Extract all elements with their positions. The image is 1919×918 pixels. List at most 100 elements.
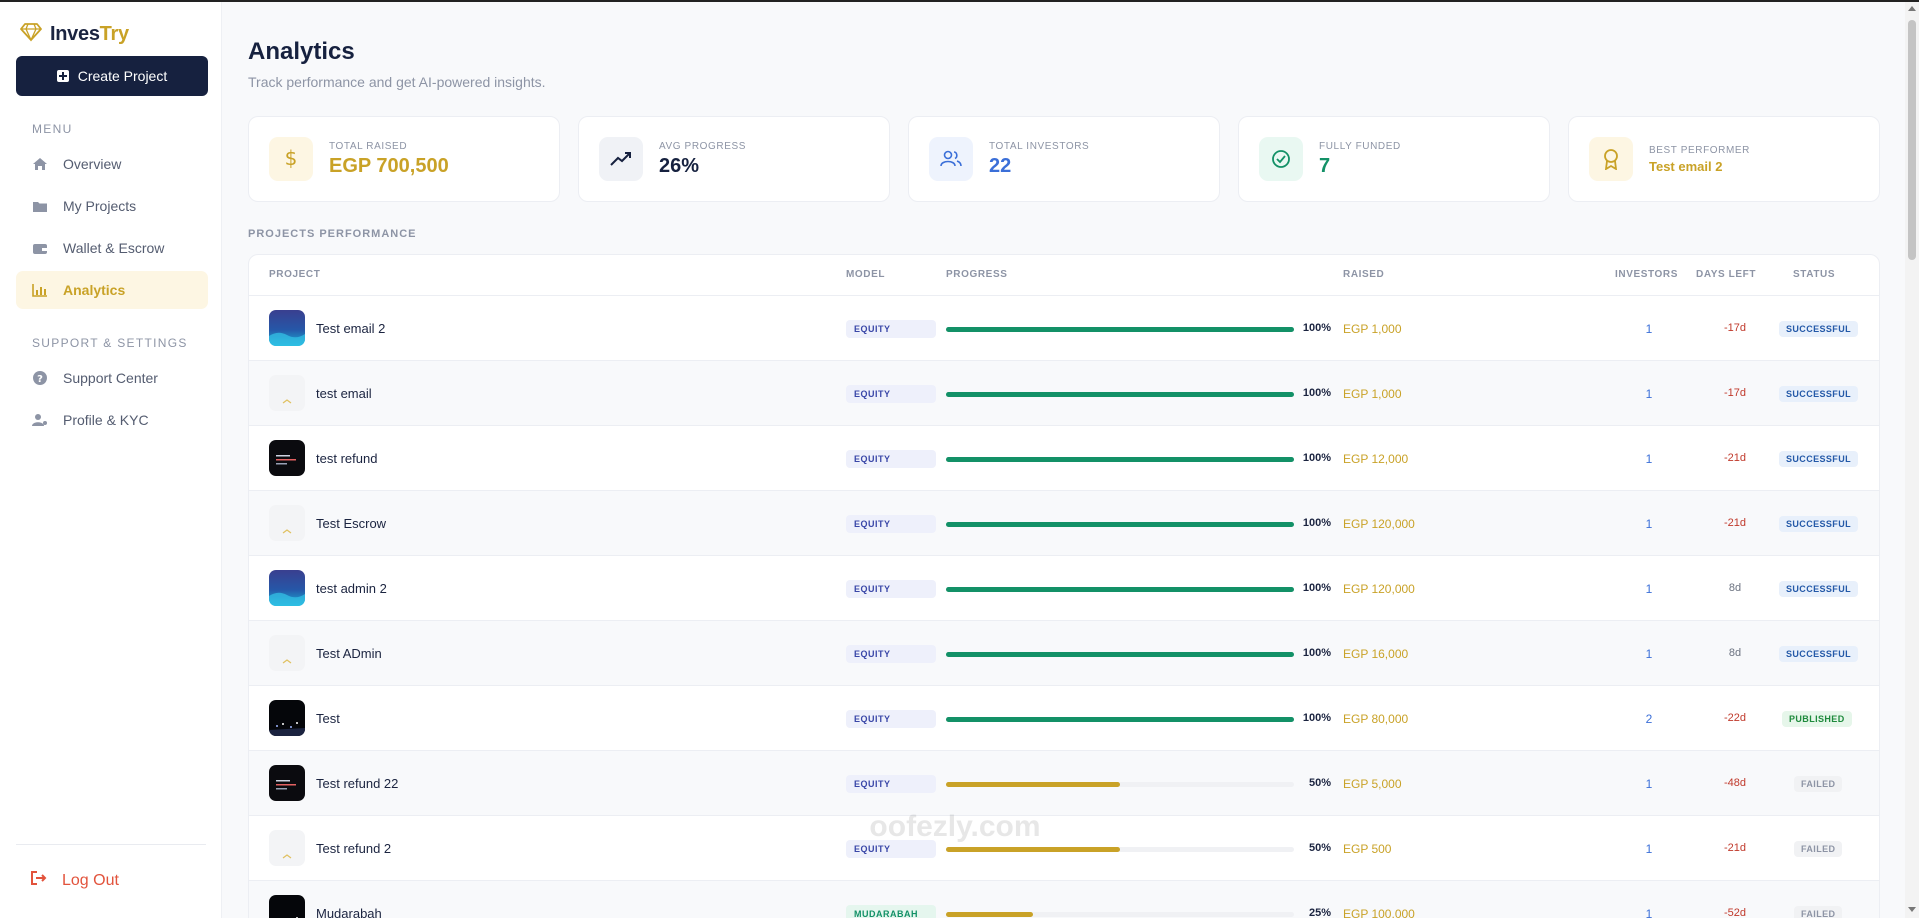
project-name[interactable]: test email: [316, 386, 372, 401]
sidebar-item-support-center[interactable]: ? Support Center: [16, 359, 208, 397]
progress-bar-fill: [946, 587, 1294, 592]
stat-value: 7: [1319, 154, 1331, 177]
app-name: InvesTry: [50, 23, 129, 46]
sidebar-item-label: Support Center: [63, 370, 158, 386]
table-row[interactable]: test admin 2 EQUITY 100% EGP 120,000 1 8d SUCC…: [249, 556, 1879, 621]
project-thumbnail: [269, 765, 305, 801]
table-row[interactable]: Test refund 2 EQUITY 50% EGP 500 1 -21d FAILED: [249, 816, 1879, 881]
days-left: -17d: [1723, 387, 1747, 399]
table-row[interactable]: Test EQUITY 100% EGP 80,000 2 -22d PUBLISHED: [249, 686, 1879, 751]
progress-bar: [946, 912, 1294, 917]
project-name[interactable]: Test email 2: [316, 321, 385, 336]
investors-count: 1: [1645, 322, 1653, 336]
check-circle-icon: [1259, 137, 1303, 181]
logout-label: Log Out: [62, 871, 119, 889]
raised-amount: EGP 100,000: [1343, 907, 1415, 918]
stat-value: Test email 2: [1649, 158, 1723, 174]
project-thumbnail: [269, 505, 305, 541]
project-name[interactable]: Test ADmin: [316, 646, 382, 661]
project-name[interactable]: test admin 2: [316, 581, 387, 596]
status-badge: SUCCESSFUL: [1779, 516, 1859, 532]
project-thumbnail: [269, 895, 305, 918]
days-left: -52d: [1723, 907, 1747, 918]
table-row[interactable]: Mudarabah MUDARABAH 25% EGP 100,000 1 -52d FAI…: [249, 881, 1879, 918]
create-project-label: Create Project: [77, 68, 168, 84]
scroll-down-icon[interactable]: [1908, 907, 1916, 912]
sidebar-item-analytics[interactable]: Analytics: [16, 271, 208, 309]
column-header-raised: RAISED: [1343, 269, 1385, 280]
create-project-button[interactable]: Create Project: [16, 56, 208, 96]
wallet-icon: [31, 240, 49, 256]
investors-count: 1: [1645, 777, 1653, 791]
status-badge: SUCCESSFUL: [1779, 321, 1859, 337]
page-scrollbar[interactable]: [1905, 2, 1919, 918]
status-badge: PUBLISHED: [1782, 711, 1852, 727]
sidebar-item-wallet-escrow[interactable]: Wallet & Escrow: [16, 229, 208, 267]
table-row[interactable]: test refund EQUITY 100% EGP 12,000 1 -21d SUCC…: [249, 426, 1879, 491]
model-badge: EQUITY: [846, 775, 936, 793]
progress-percent: 50%: [1308, 777, 1331, 789]
progress-bar-fill: [946, 327, 1294, 332]
app-name-part2: Try: [99, 23, 129, 45]
investors-count: 1: [1645, 907, 1653, 918]
table-row[interactable]: Test Escrow EQUITY 100% EGP 120,000 1 -21d SUC…: [249, 491, 1879, 556]
logout-button[interactable]: Log Out: [30, 870, 119, 891]
raised-amount: EGP 12,000: [1343, 452, 1409, 466]
progress-bar-fill: [946, 522, 1294, 527]
days-left: -17d: [1723, 322, 1747, 334]
progress-bar: [946, 782, 1294, 787]
project-thumbnail: [269, 440, 305, 476]
project-name[interactable]: Test: [316, 711, 340, 726]
project-name[interactable]: Mudarabah: [316, 906, 382, 918]
trending-up-icon: [599, 137, 643, 181]
column-header-project: PROJECT: [269, 269, 321, 280]
project-name[interactable]: Test refund 22: [316, 776, 398, 791]
model-badge: EQUITY: [846, 515, 936, 533]
column-header-progress: PROGRESS: [946, 269, 1008, 280]
model-badge: EQUITY: [846, 840, 936, 858]
progress-percent: 100%: [1302, 517, 1331, 529]
table-row[interactable]: Test ADmin EQUITY 100% EGP 16,000 1 8d SUCCESS…: [249, 621, 1879, 686]
scrollbar-thumb[interactable]: [1908, 20, 1916, 260]
progress-bar: [946, 587, 1294, 592]
progress-bar-fill: [946, 717, 1294, 722]
section-title-projects-performance: PROJECTS PERFORMANCE: [248, 228, 417, 240]
column-header-investors: INVESTORS: [1615, 269, 1679, 280]
investors-count: 1: [1645, 452, 1653, 466]
table-row[interactable]: test email EQUITY 100% EGP 1,000 1 -17d SUCCES…: [249, 361, 1879, 426]
svg-text:$: $: [285, 148, 298, 170]
raised-amount: EGP 1,000: [1343, 322, 1402, 336]
sidebar-item-my-projects[interactable]: My Projects: [16, 187, 208, 225]
days-left: 8d: [1728, 582, 1742, 594]
sidebar-item-profile-kyc[interactable]: Profile & KYC: [16, 401, 208, 439]
dollar-icon: $: [269, 137, 313, 181]
app-logo[interactable]: InvesTry: [20, 22, 129, 47]
logout-icon: [30, 870, 48, 891]
raised-amount: EGP 500: [1343, 842, 1392, 856]
project-name[interactable]: Test refund 2: [316, 841, 391, 856]
stat-label: TOTAL RAISED: [329, 140, 408, 152]
model-badge: MUDARABAH: [846, 905, 936, 918]
progress-percent: 25%: [1308, 907, 1331, 918]
stat-label: TOTAL INVESTORS: [989, 140, 1090, 152]
table-row[interactable]: Test refund 22 EQUITY 50% EGP 5,000 1 -48d FAI…: [249, 751, 1879, 816]
folder-icon: [31, 198, 49, 214]
progress-percent: 100%: [1302, 387, 1331, 399]
project-name[interactable]: test refund: [316, 451, 377, 466]
days-left: -21d: [1723, 452, 1747, 464]
progress-percent: 100%: [1302, 322, 1331, 334]
table-row[interactable]: Test email 2 EQUITY 100% EGP 1,000 1 -17d SUCC…: [249, 296, 1879, 361]
raised-amount: EGP 1,000: [1343, 387, 1402, 401]
svg-text:?: ?: [37, 374, 43, 385]
progress-bar: [946, 847, 1294, 852]
model-badge: EQUITY: [846, 580, 936, 598]
project-name[interactable]: Test Escrow: [316, 516, 386, 531]
scroll-up-icon[interactable]: [1908, 6, 1916, 11]
progress-percent: 100%: [1302, 712, 1331, 724]
page-subtitle: Track performance and get AI-powered ins…: [248, 74, 546, 90]
project-thumbnail: [269, 375, 305, 411]
progress-percent: 100%: [1302, 647, 1331, 659]
sidebar-item-overview[interactable]: Overview: [16, 145, 208, 183]
project-thumbnail: [269, 570, 305, 606]
raised-amount: EGP 120,000: [1343, 517, 1415, 531]
